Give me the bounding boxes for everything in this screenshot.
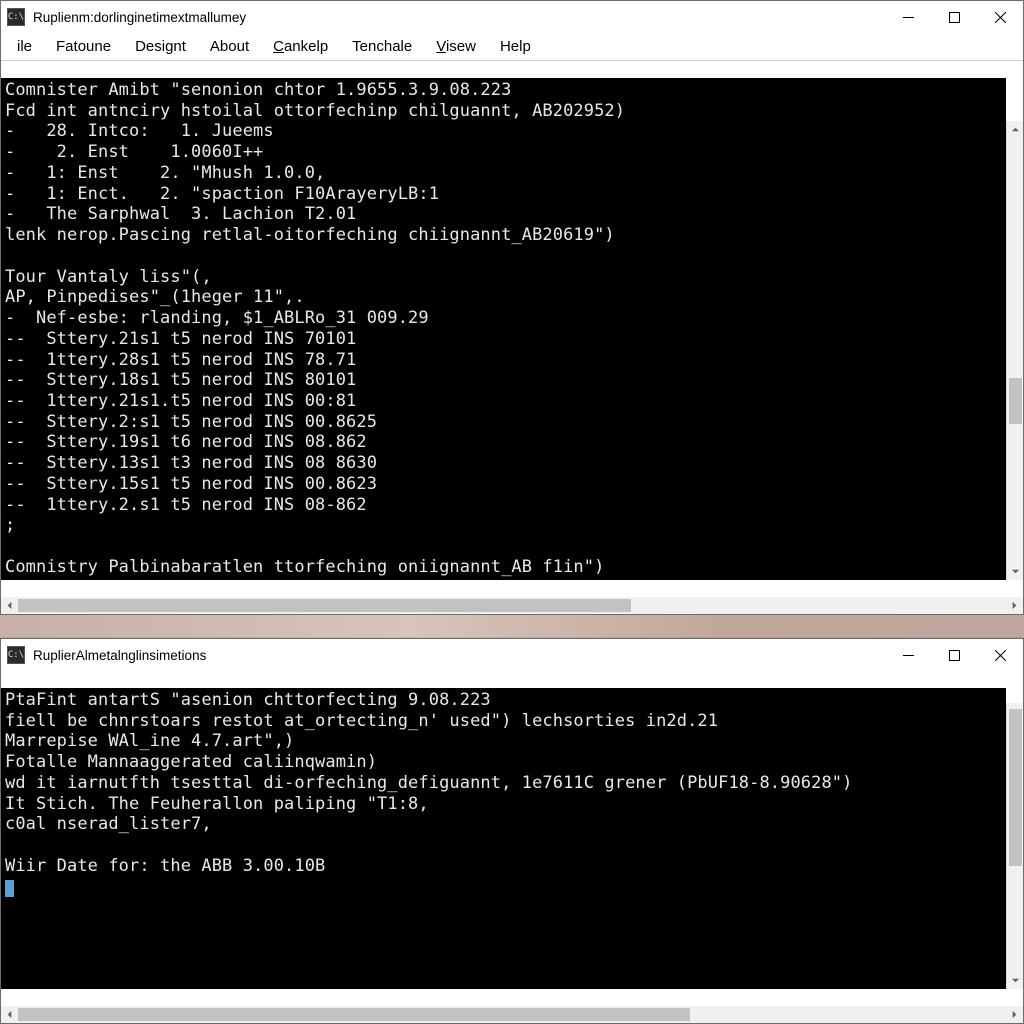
scroll-down-button[interactable] [1007, 563, 1023, 580]
chevron-right-icon [1010, 1010, 1019, 1019]
scrollbar-thumb[interactable] [1009, 709, 1022, 866]
chevron-left-icon [5, 601, 14, 610]
vertical-scrollbar[interactable] [1006, 703, 1023, 989]
minimize-button[interactable] [885, 640, 931, 670]
maximize-button[interactable] [931, 2, 977, 32]
menu-item-cankelp[interactable]: Cankelp [261, 35, 340, 58]
maximize-button[interactable] [931, 640, 977, 670]
cursor [5, 880, 14, 897]
scroll-up-button[interactable] [1007, 121, 1023, 138]
titlebar[interactable]: C:\ Ruplienm:dorlinginetimextmallumey [1, 1, 1023, 33]
menu-item-help[interactable]: Help [488, 35, 543, 58]
menu-item-fatoune[interactable]: Fatoune [44, 35, 123, 58]
chevron-down-icon [1011, 976, 1020, 985]
scroll-right-button[interactable] [1006, 597, 1023, 614]
minimize-icon [903, 12, 914, 23]
chevron-right-icon [1010, 601, 1019, 610]
scroll-left-button[interactable] [1, 597, 18, 614]
menubar: ileFatouneDesigntAboutCankelpTenchaleVis… [1, 33, 1023, 61]
horizontal-scrollbar[interactable] [1, 1006, 1023, 1023]
menu-item-tenchale[interactable]: Tenchale [340, 35, 424, 58]
scrollbar-thumb[interactable] [18, 1008, 690, 1021]
window-top: C:\ Ruplienm:dorlinginetimextmallumey il… [0, 0, 1024, 615]
window-title: Ruplienm:dorlinginetimextmallumey [33, 10, 246, 25]
scroll-down-button[interactable] [1007, 972, 1023, 989]
chevron-down-icon [1011, 567, 1020, 576]
close-icon [995, 650, 1006, 661]
desktop-gap [0, 615, 1024, 638]
menu-item-about[interactable]: About [198, 35, 261, 58]
menu-item-visew[interactable]: Visew [424, 35, 488, 58]
chevron-left-icon [5, 1010, 14, 1019]
minimize-icon [903, 650, 914, 661]
horizontal-scrollbar[interactable] [1, 597, 1023, 614]
vertical-scrollbar[interactable] [1006, 121, 1023, 580]
maximize-icon [949, 650, 960, 661]
scrollbar-thumb[interactable] [18, 599, 631, 612]
close-icon [995, 12, 1006, 23]
close-button[interactable] [977, 2, 1023, 32]
chevron-up-icon [1011, 125, 1020, 134]
window-title: RuplierAlmetalnglinsimetions [33, 648, 206, 663]
scroll-left-button[interactable] [1, 1006, 18, 1023]
menu-item-ile[interactable]: ile [5, 35, 44, 58]
app-icon: C:\ [7, 8, 25, 26]
close-button[interactable] [977, 640, 1023, 670]
minimize-button[interactable] [885, 2, 931, 32]
scrollbar-thumb[interactable] [1009, 378, 1022, 424]
console-output[interactable]: PtaFint antartS "asenion chttorfecting 9… [1, 688, 1006, 989]
window-bottom: C:\ RuplierAlmetalnglinsimetions PtaFint… [0, 638, 1024, 1024]
menu-item-designt[interactable]: Designt [123, 35, 198, 58]
titlebar[interactable]: C:\ RuplierAlmetalnglinsimetions [1, 639, 1023, 671]
scroll-right-button[interactable] [1006, 1006, 1023, 1023]
maximize-icon [949, 12, 960, 23]
console-output[interactable]: Comnister Amibt "senonion chtor 1.9655.3… [1, 78, 1006, 580]
app-icon: C:\ [7, 646, 25, 664]
